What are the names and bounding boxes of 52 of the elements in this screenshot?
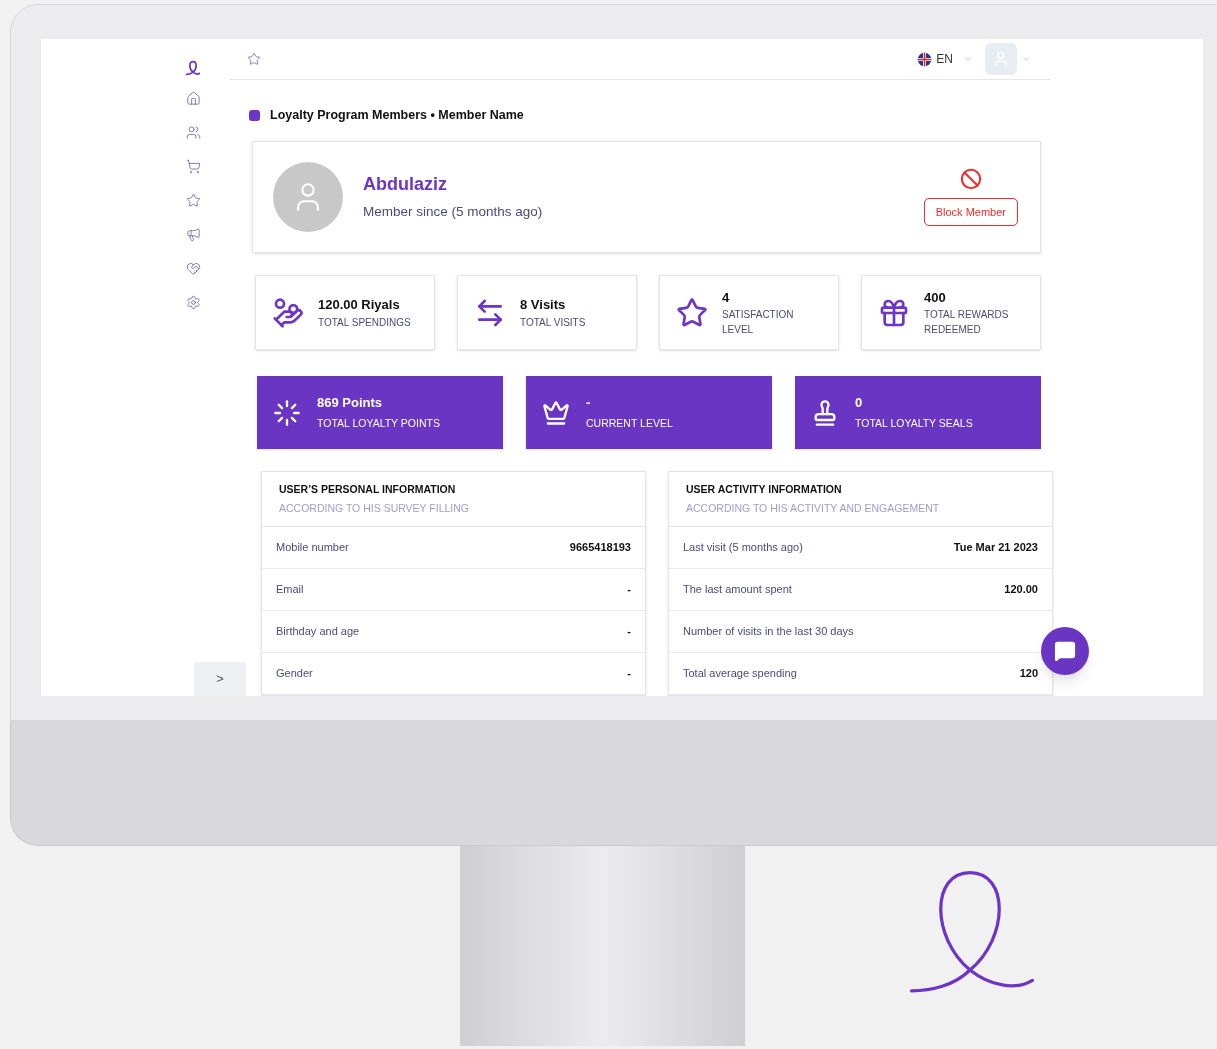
megaphone-icon[interactable]: [186, 227, 201, 242]
highlight-label: TOTAL LOYALTY POINTS: [317, 416, 440, 432]
stat-label: TOTAL REWARDS REDEEMED: [924, 308, 1010, 338]
stat-value: 400: [924, 288, 947, 307]
users-icon[interactable]: [186, 125, 201, 140]
highlight-value: 869 Points: [317, 393, 384, 412]
stat-label: SATISFACTION LEVEL: [722, 308, 795, 338]
stat-label: TOTAL VISITS: [520, 315, 587, 330]
home-icon[interactable]: [186, 91, 201, 106]
row-label: Last visit (5 months ago): [683, 540, 803, 556]
crown-icon: [542, 398, 570, 427]
row-value: -: [627, 666, 631, 682]
row-value: 120.00: [1004, 582, 1038, 598]
panel-subtitle: ACCORDING TO HIS SURVEY FILLING: [279, 500, 471, 516]
stat-value: 120.00 Riyals: [318, 296, 401, 315]
row-label: Email: [276, 582, 304, 598]
row-label: Number of visits in the last 30 days: [683, 624, 854, 640]
member-since: Member since (5 months ago): [363, 203, 543, 222]
panel-title: USER ACTIVITY INFORMATION: [686, 481, 843, 497]
breadcrumb-marker: [249, 110, 260, 122]
member-name: Abdulaziz: [363, 173, 448, 197]
row-value: -: [627, 582, 631, 598]
row-label: Gender: [276, 666, 313, 682]
row-label: Mobile number: [276, 540, 349, 556]
row-label: The last amount spent: [683, 582, 792, 598]
block-icon: [959, 167, 982, 190]
row-value: -: [627, 624, 631, 640]
chat-button[interactable]: [1041, 627, 1089, 675]
row-value: 120: [1019, 666, 1038, 682]
row-label: Total average spending: [683, 666, 797, 682]
row-value: Tue Mar 21 2023: [953, 540, 1038, 556]
stat-value: 4: [722, 288, 731, 307]
star-icon[interactable]: [247, 52, 261, 67]
flag-icon: [917, 51, 933, 67]
panel-subtitle: ACCORDING TO HIS ACTIVITY AND ENGAGEMENT: [686, 500, 941, 516]
breadcrumb: Loyalty Program Members • Member Name: [270, 107, 524, 125]
language-label[interactable]: EN: [936, 50, 953, 69]
panel-title: USER’S PERSONAL INFORMATION: [279, 481, 457, 497]
sidebar-toggle[interactable]: >: [194, 662, 246, 696]
star-icon[interactable]: [186, 193, 201, 208]
highlight-label: TOTAL LOYALTY SEALS: [855, 416, 973, 432]
stat-value: 8 Visits: [520, 296, 567, 315]
row-value: 9665418193: [569, 540, 631, 556]
block-member-button[interactable]: Block Member: [923, 197, 1018, 227]
cart-icon[interactable]: [186, 159, 201, 174]
settings-icon[interactable]: [186, 295, 201, 310]
chat-icon: [1054, 640, 1076, 662]
highlight-value: 0: [855, 393, 864, 412]
row-label: Birthday and age: [276, 624, 360, 640]
highlight-label: CURRENT LEVEL: [586, 416, 673, 432]
highlight-value: -: [586, 393, 592, 412]
stat-label: TOTAL SPENDINGS: [318, 315, 412, 330]
